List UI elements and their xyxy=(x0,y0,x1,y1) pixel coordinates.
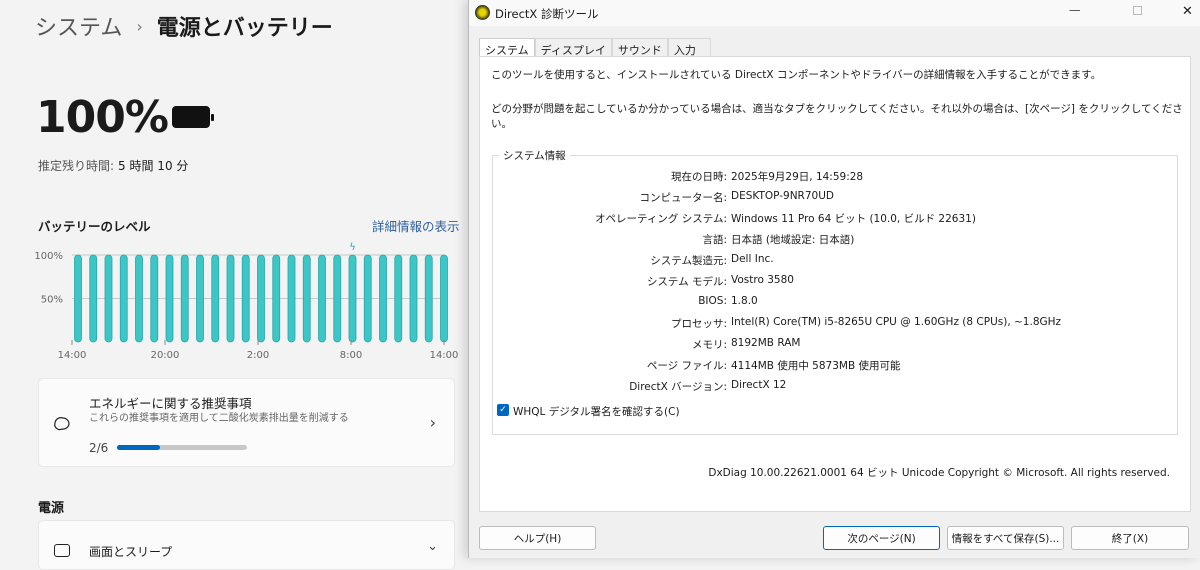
info-value: 4114MB 使用中 5873MB 使用可能 xyxy=(731,360,901,372)
info-value: 1.8.0 xyxy=(731,295,758,307)
footer-version: DxDiag 10.00.22621.0001 64 ビット Unicode C… xyxy=(708,467,1170,479)
info-value: 8192MB RAM xyxy=(731,337,801,349)
battery-bar xyxy=(318,254,326,343)
leaf-icon xyxy=(54,417,70,431)
battery-bar xyxy=(196,254,204,343)
screen-sleep-label: 画面とスリープ xyxy=(89,545,173,559)
energy-subtitle: これらの推奨事項を適用して二酸化炭素排出量を削減する xyxy=(89,413,349,424)
intro-text-1: このツールを使用すると、インストールされている DirectX コンポーネントや… xyxy=(491,69,1102,81)
battery-bar xyxy=(257,254,265,343)
energy-progress-bar xyxy=(117,445,247,450)
battery-bar xyxy=(440,254,448,343)
battery-bar xyxy=(119,254,128,343)
directx-icon xyxy=(475,5,490,20)
battery-bar xyxy=(104,254,113,343)
info-label: システム製造元: xyxy=(650,255,727,267)
chevron-right-icon: › xyxy=(429,413,436,432)
battery-bar xyxy=(89,254,98,343)
breadcrumb: システム › 電源とバッテリー xyxy=(35,10,333,42)
y-tick-label: 50% xyxy=(41,295,63,306)
info-value: Dell Inc. xyxy=(731,253,774,265)
breadcrumb-parent[interactable]: システム xyxy=(35,10,122,42)
remaining-label: 推定残り時間: xyxy=(38,159,115,173)
battery-bar xyxy=(363,254,372,343)
chevron-down-icon: ⌄ xyxy=(427,539,438,554)
battery-bar xyxy=(379,254,387,343)
minimize-button[interactable]: — xyxy=(1069,3,1081,17)
save-all-button[interactable]: 情報をすべて保存(S)... xyxy=(947,526,1064,550)
charging-icon: ϟ xyxy=(349,242,356,253)
battery-icon xyxy=(172,106,214,128)
x-tick-label: 8:00 xyxy=(340,350,362,361)
battery-bar xyxy=(394,254,403,343)
info-label: 言語: xyxy=(702,234,727,246)
maximize-button[interactable] xyxy=(1133,6,1142,15)
settings-window: システム › 電源とバッテリー 100% 推定残り時間: 5 時間 10 分 バッ… xyxy=(0,0,468,570)
battery-bar xyxy=(333,254,342,343)
energy-progress-fill xyxy=(117,445,161,450)
energy-count: 2/6 xyxy=(89,441,109,455)
info-value: Vostro 3580 xyxy=(731,274,794,286)
system-tab-panel: このツールを使用すると、インストールされている DirectX コンポーネントや… xyxy=(479,56,1191,512)
close-button[interactable]: ✕ xyxy=(1182,4,1193,19)
battery-bar xyxy=(302,254,311,343)
info-label: プロセッサ: xyxy=(670,318,727,330)
power-heading: 電源 xyxy=(38,501,65,516)
x-tick-label: 2:00 xyxy=(247,350,269,361)
page-title: 電源とバッテリー xyxy=(156,16,333,41)
x-tick-label: 14:00 xyxy=(430,350,459,361)
info-label: 現在の日時: xyxy=(670,171,727,183)
battery-bar xyxy=(165,254,174,343)
chevron-right-icon: › xyxy=(136,16,143,36)
info-label: DirectX バージョン: xyxy=(629,381,727,393)
info-label: ページ ファイル: xyxy=(646,360,727,372)
x-tick-label: 20:00 xyxy=(151,350,180,361)
window-title: DirectX 診断ツール xyxy=(495,7,599,21)
dxdiag-window: DirectX 診断ツール — ✕ システム ディスプレイ サウンド 入力 この… xyxy=(468,0,1200,558)
title-bar: DirectX 診断ツール — ✕ xyxy=(469,0,1200,26)
system-info-group: システム情報 現在の日時: 2025年9月29日, 14:59:28 コンピューター… xyxy=(492,148,1178,435)
exit-button[interactable]: 終了(X) xyxy=(1071,526,1189,550)
info-value: Windows 11 Pro 64 ビット (10.0, ビルド 22631) xyxy=(731,213,976,225)
remaining-value: 5 時間 10 分 xyxy=(118,159,189,173)
battery-percent: 100% xyxy=(36,92,169,143)
battery-bar xyxy=(241,254,250,343)
group-label: システム情報 xyxy=(499,148,570,163)
info-value: Intel(R) Core(TM) i5-8265U CPU @ 1.60GHz… xyxy=(731,316,1062,328)
whql-checkbox[interactable]: ✓ xyxy=(497,404,509,416)
info-value: 日本語 (地域設定: 日本語) xyxy=(731,234,855,246)
y-tick-label: 100% xyxy=(34,251,63,262)
x-tick-label: 14:00 xyxy=(58,350,87,361)
info-label: BIOS: xyxy=(698,295,727,307)
info-value: DirectX 12 xyxy=(731,379,787,391)
battery-bar xyxy=(180,254,189,343)
battery-level-chart: 100% 50% ϟ 14:00 20:00 2:00 8:00 14:00 xyxy=(34,242,459,361)
battery-bar xyxy=(226,254,235,343)
battery-bar xyxy=(74,254,82,343)
remaining-time: 推定残り時間: 5 時間 10 分 xyxy=(38,157,188,174)
battery-bar xyxy=(211,254,220,343)
battery-bar xyxy=(409,254,418,343)
battery-bar xyxy=(287,254,296,343)
energy-recommendations-card[interactable]: エネルギーに関する推奨事項 これらの推奨事項を適用して二酸化炭素排出量を削減する… xyxy=(38,378,455,467)
screen-sleep-icon xyxy=(54,544,70,557)
info-value: DESKTOP-9NR70UD xyxy=(731,190,834,202)
help-button[interactable]: ヘルプ(H) xyxy=(479,526,596,550)
battery-bar xyxy=(424,254,433,343)
info-label: システム モデル: xyxy=(646,276,727,288)
info-label: メモリ: xyxy=(691,339,727,351)
info-label: オペレーティング システム: xyxy=(595,213,727,225)
screen-sleep-card[interactable]: 画面とスリープ ⌄ xyxy=(38,520,455,570)
next-page-button[interactable]: 次のページ(N) xyxy=(823,526,940,550)
whql-label[interactable]: WHQL デジタル署名を確認する(C) xyxy=(513,404,680,419)
info-label: コンピューター名: xyxy=(639,192,727,204)
battery-bar xyxy=(348,254,357,343)
battery-bar xyxy=(272,254,281,343)
info-value: 2025年9月29日, 14:59:28 xyxy=(731,171,864,183)
battery-bar xyxy=(150,254,159,343)
battery-bar xyxy=(135,254,143,343)
intro-text-2: どの分野が問題を起こしているか分かっている場合は、適当なタブをクリックしてくださ… xyxy=(491,103,1183,130)
